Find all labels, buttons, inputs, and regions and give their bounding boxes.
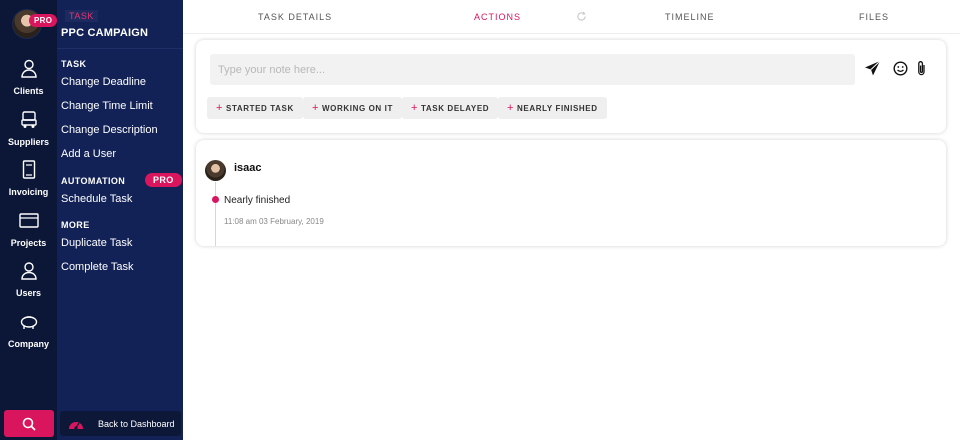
section-heading-more: MORE <box>61 220 90 230</box>
rail-item-users[interactable]: Users <box>0 261 57 301</box>
task-title: PPC CAMPAIGN <box>61 27 149 39</box>
menu-item-duplicate-task[interactable]: Duplicate Task <box>61 237 132 249</box>
section-heading-automation: AUTOMATION <box>61 176 126 186</box>
menu-item-change-description[interactable]: Change Description <box>61 124 158 136</box>
task-menu: TASK PPC CAMPAIGN TASK Change Deadline C… <box>57 0 183 440</box>
chip-label: STARTED TASK <box>226 103 294 113</box>
tab-actions[interactable]: ACTIONS <box>474 12 521 22</box>
status-dot <box>212 196 219 203</box>
divider <box>57 48 183 49</box>
main-content: TASK DETAILS ACTIONS TIMELINE FILES +STA… <box>183 0 960 440</box>
attachment-icon[interactable] <box>916 60 927 77</box>
send-icon[interactable] <box>864 60 881 77</box>
icon-rail: PRO Clients Suppliers Invoicing Projects… <box>0 0 58 440</box>
plus-icon: + <box>411 102 419 114</box>
chip-started-task[interactable]: + STARTED TASK <box>207 97 303 119</box>
tab-bar: TASK DETAILS ACTIONS TIMELINE FILES <box>183 0 960 34</box>
plus-icon: + <box>216 102 224 114</box>
search-button[interactable] <box>4 410 54 437</box>
refresh-icon[interactable] <box>576 11 587 22</box>
rail-label: Invoicing <box>8 187 49 197</box>
avatar <box>205 160 226 181</box>
rail-item-clients[interactable]: Clients <box>0 59 57 99</box>
rail-label: Projects <box>10 238 47 248</box>
chip-label: WORKING ON IT <box>322 103 393 113</box>
rail-label: Company <box>7 339 49 349</box>
rail-item-projects[interactable]: Projects <box>0 211 57 251</box>
rail-label: Users <box>15 288 42 298</box>
search-icon <box>22 417 36 431</box>
post-username: isaac <box>234 162 262 174</box>
tab-timeline[interactable]: TIMELINE <box>665 12 715 22</box>
document-icon <box>22 160 35 179</box>
timeline-line <box>215 182 216 246</box>
tab-files[interactable]: FILES <box>859 12 889 22</box>
post-timestamp: 11:08 am 03 February, 2019 <box>224 217 324 226</box>
section-heading-task: TASK <box>61 59 87 69</box>
user-icon <box>20 59 37 78</box>
timeline-post: isaac Nearly finished 11:08 am 03 Februa… <box>196 140 946 246</box>
back-label: Back to Dashboard <box>98 418 175 429</box>
note-composer: +STARTED TASK +WORKING ON IT +TASK DELAY… <box>196 40 946 133</box>
truck-icon <box>20 111 37 128</box>
rail-item-invoicing[interactable]: Invoicing <box>0 160 57 200</box>
menu-item-add-user[interactable]: Add a User <box>61 148 116 160</box>
chip-working-on-it[interactable]: + WORKING ON IT <box>303 97 402 119</box>
post-status: Nearly finished <box>224 195 291 206</box>
rail-label: Suppliers <box>7 137 49 147</box>
dashboard-icon <box>69 421 83 430</box>
piggy-bank-icon <box>20 316 37 329</box>
task-tag: TASK <box>65 10 98 22</box>
emoji-icon[interactable] <box>893 61 908 76</box>
chip-nearly-finished[interactable]: + NEARLY FINISHED <box>498 97 607 119</box>
rail-label: Clients <box>13 86 44 96</box>
menu-item-change-time-limit[interactable]: Change Time Limit <box>61 100 153 112</box>
plus-icon: + <box>312 102 320 114</box>
menu-item-complete-task[interactable]: Complete Task <box>61 261 134 273</box>
menu-item-schedule-task[interactable]: Schedule Task <box>61 193 132 205</box>
rail-item-suppliers[interactable]: Suppliers <box>0 110 57 150</box>
pro-badge: PRO <box>145 173 182 187</box>
menu-item-change-deadline[interactable]: Change Deadline <box>61 76 146 88</box>
users-icon <box>20 262 37 280</box>
folder-icon <box>18 213 39 228</box>
chip-label: TASK DELAYED <box>421 103 490 113</box>
back-to-dashboard-button[interactable]: Back to Dashboard <box>60 411 181 436</box>
profile[interactable]: PRO <box>12 9 58 39</box>
plus-icon: + <box>507 102 515 114</box>
chip-task-delayed[interactable]: + TASK DELAYED <box>402 97 499 119</box>
chip-label: NEARLY FINISHED <box>517 103 598 113</box>
note-input[interactable] <box>210 54 855 85</box>
pro-badge: PRO <box>29 14 58 27</box>
rail-item-company[interactable]: Company <box>0 312 57 352</box>
tab-task-details[interactable]: TASK DETAILS <box>258 12 332 22</box>
